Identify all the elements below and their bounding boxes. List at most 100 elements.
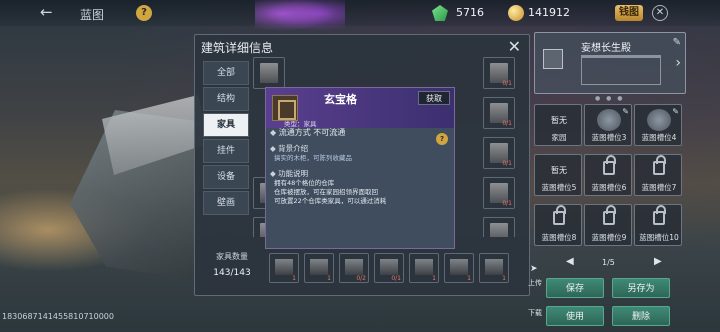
upload-label: 上传 — [528, 279, 542, 287]
lock-icon — [653, 205, 666, 225]
slot-blueprint-7[interactable]: 蓝图槽位7 — [634, 154, 682, 196]
triangle-right-icon[interactable]: ▶ — [654, 256, 662, 267]
grid-slot[interactable]: 0/1 — [483, 137, 515, 169]
coin-currency-value: 141912 — [528, 6, 570, 19]
tab-hanging[interactable]: 挂件 — [203, 139, 249, 163]
item-count: 0/1 — [502, 200, 512, 207]
butterfly-decoration — [255, 0, 345, 34]
func-line: 可放置22个仓库类家具，可以通过消耗 — [274, 197, 387, 205]
bottom-slot[interactable]: 1 — [444, 253, 474, 283]
edit-icon[interactable]: ✎ — [622, 107, 629, 116]
bg-section-text: 搞实的木柜，可陈列收藏品 — [274, 154, 352, 162]
grid-slot[interactable]: 0/1 — [483, 177, 515, 209]
tab-equipment[interactable]: 设备 — [203, 165, 249, 189]
item-count: 1 — [502, 275, 506, 282]
page-indicator: 1/5 — [602, 258, 615, 267]
delete-button[interactable]: 删除 — [612, 306, 670, 326]
arrow-left-icon[interactable]: ← — [40, 3, 53, 21]
tab-structure[interactable]: 结构 — [203, 87, 249, 111]
popup-body: ◆ 流通方式 不可流通 ◆ 背景介绍 搞实的木柜，可陈列收藏品 ◆ 功能说明 拥… — [270, 128, 452, 246]
building-detail-panel: 建筑详细信息 ✕ 全部 结构 家具 挂件 设备 壁画 0/1 0/1 0/1 0… — [194, 34, 530, 296]
bullet-icon: ◆ — [270, 169, 279, 178]
furniture-count-row: 家具数量 143/143 1 1 0/2 0/1 1 1 1 — [203, 245, 523, 289]
grid-slot[interactable] — [253, 57, 285, 89]
circulation-text: 流通方式 不可流通 — [278, 128, 346, 137]
top-bar: ← 蓝图 ? 5716 141912 钱图 ✕ — [0, 0, 720, 34]
slot-blueprint-6[interactable]: 蓝图槽位6 — [584, 154, 632, 196]
close-icon[interactable]: ✕ — [652, 5, 668, 21]
jade-currency-value: 5716 — [456, 6, 484, 19]
bottom-slot[interactable]: 0/2 — [339, 253, 369, 283]
bullet-icon: ◆ — [270, 144, 279, 153]
bottom-slot[interactable]: 0/1 — [374, 253, 404, 283]
save-as-button[interactable]: 另存为 — [612, 278, 670, 298]
panel-close-icon[interactable]: ✕ — [508, 37, 521, 56]
tab-all[interactable]: 全部 — [203, 61, 249, 85]
lock-icon — [603, 155, 616, 175]
grid-slot[interactable]: 0/1 — [483, 57, 515, 89]
edit-icon[interactable]: ✎ — [673, 37, 681, 48]
slot-label: 蓝图槽位4 — [641, 133, 677, 142]
slot-label: 蓝图槽位5 — [541, 183, 577, 192]
slot-home[interactable]: 暂无 家园 — [534, 104, 582, 146]
item-count: 0/1 — [502, 160, 512, 167]
bottom-slot[interactable]: 1 — [479, 253, 509, 283]
jade-currency-icon — [432, 5, 448, 21]
grid-slot[interactable]: 0/1 — [483, 97, 515, 129]
edit-icon[interactable]: ✎ — [672, 107, 679, 116]
tab-mural[interactable]: 壁画 — [203, 191, 249, 215]
chevron-right-icon[interactable]: › — [675, 55, 681, 71]
lock-icon — [603, 205, 616, 225]
bottom-slot[interactable]: 1 — [304, 253, 334, 283]
func-line: 仓库被摆放，可在家园招领界面取回 — [274, 188, 378, 196]
grid-slot[interactable] — [483, 217, 515, 237]
slot-blueprint-8[interactable]: 蓝图槽位8 — [534, 204, 582, 246]
page-dots: ● ● ● — [595, 95, 625, 102]
slot-blueprint-10[interactable]: 蓝图槽位10 — [634, 204, 682, 246]
item-thumbnail — [345, 259, 363, 275]
lock-icon — [553, 205, 566, 225]
func-section-title: ◆ 功能说明 — [270, 169, 309, 178]
item-thumbnail — [275, 259, 293, 275]
palace-sketch — [581, 55, 661, 85]
save-button[interactable]: 保存 — [546, 278, 604, 298]
bg-section-title: ◆ 背景介绍 — [270, 144, 309, 153]
item-thumbnail — [415, 259, 433, 275]
item-thumbnail — [310, 259, 328, 275]
use-button[interactable]: 使用 — [546, 306, 604, 326]
blueprint-thumbnail — [543, 49, 563, 69]
upload-icon[interactable]: ➤ — [530, 264, 538, 274]
help-icon[interactable]: ? — [136, 5, 152, 21]
slot-label: 蓝图槽位3 — [591, 133, 627, 142]
panel-title: 建筑详细信息 — [201, 41, 274, 55]
count-box: 家具数量 143/143 — [203, 245, 261, 289]
player-uid: 1830687141455810710000 — [2, 312, 114, 321]
slot-blueprint-5[interactable]: 暂无 蓝图槽位5 — [534, 154, 582, 196]
blueprint-card[interactable]: 妄想长生殿 ✎ › — [534, 32, 686, 94]
slot-label: 蓝图槽位8 — [541, 233, 577, 242]
item-count: 1 — [292, 275, 296, 282]
slot-blueprint-9[interactable]: 蓝图槽位9 — [584, 204, 632, 246]
item-thumbnail — [260, 63, 278, 83]
slot-label: 家园 — [551, 133, 567, 142]
item-count: 0/1 — [502, 80, 512, 87]
slot-label: 蓝图槽位7 — [641, 183, 677, 192]
slot-blueprint-4[interactable]: ✎ 蓝图槽位4 — [634, 104, 682, 146]
obtain-button[interactable]: 获取 — [418, 91, 450, 105]
triangle-left-icon[interactable]: ◀ — [566, 256, 574, 267]
coin-currency-icon — [508, 5, 524, 21]
slot-status: 暂无 — [551, 166, 567, 175]
bottom-slot[interactable]: 1 — [269, 253, 299, 283]
slot-label: 蓝图槽位10 — [639, 233, 679, 242]
top-action-button[interactable]: 钱图 — [615, 5, 643, 21]
item-thumbnail — [490, 223, 508, 237]
item-count: 1 — [467, 275, 471, 282]
download-label[interactable]: 下载 — [528, 308, 542, 318]
bottom-slot[interactable]: 1 — [409, 253, 439, 283]
count-label: 家具数量 — [216, 252, 248, 261]
slot-label: 蓝图槽位6 — [591, 183, 627, 192]
blueprint-name: 妄想长生殿 — [581, 43, 631, 54]
tab-furniture[interactable]: 家具 — [203, 113, 249, 137]
item-count: 1 — [432, 275, 436, 282]
slot-blueprint-3[interactable]: ✎ 蓝图槽位3 — [584, 104, 632, 146]
